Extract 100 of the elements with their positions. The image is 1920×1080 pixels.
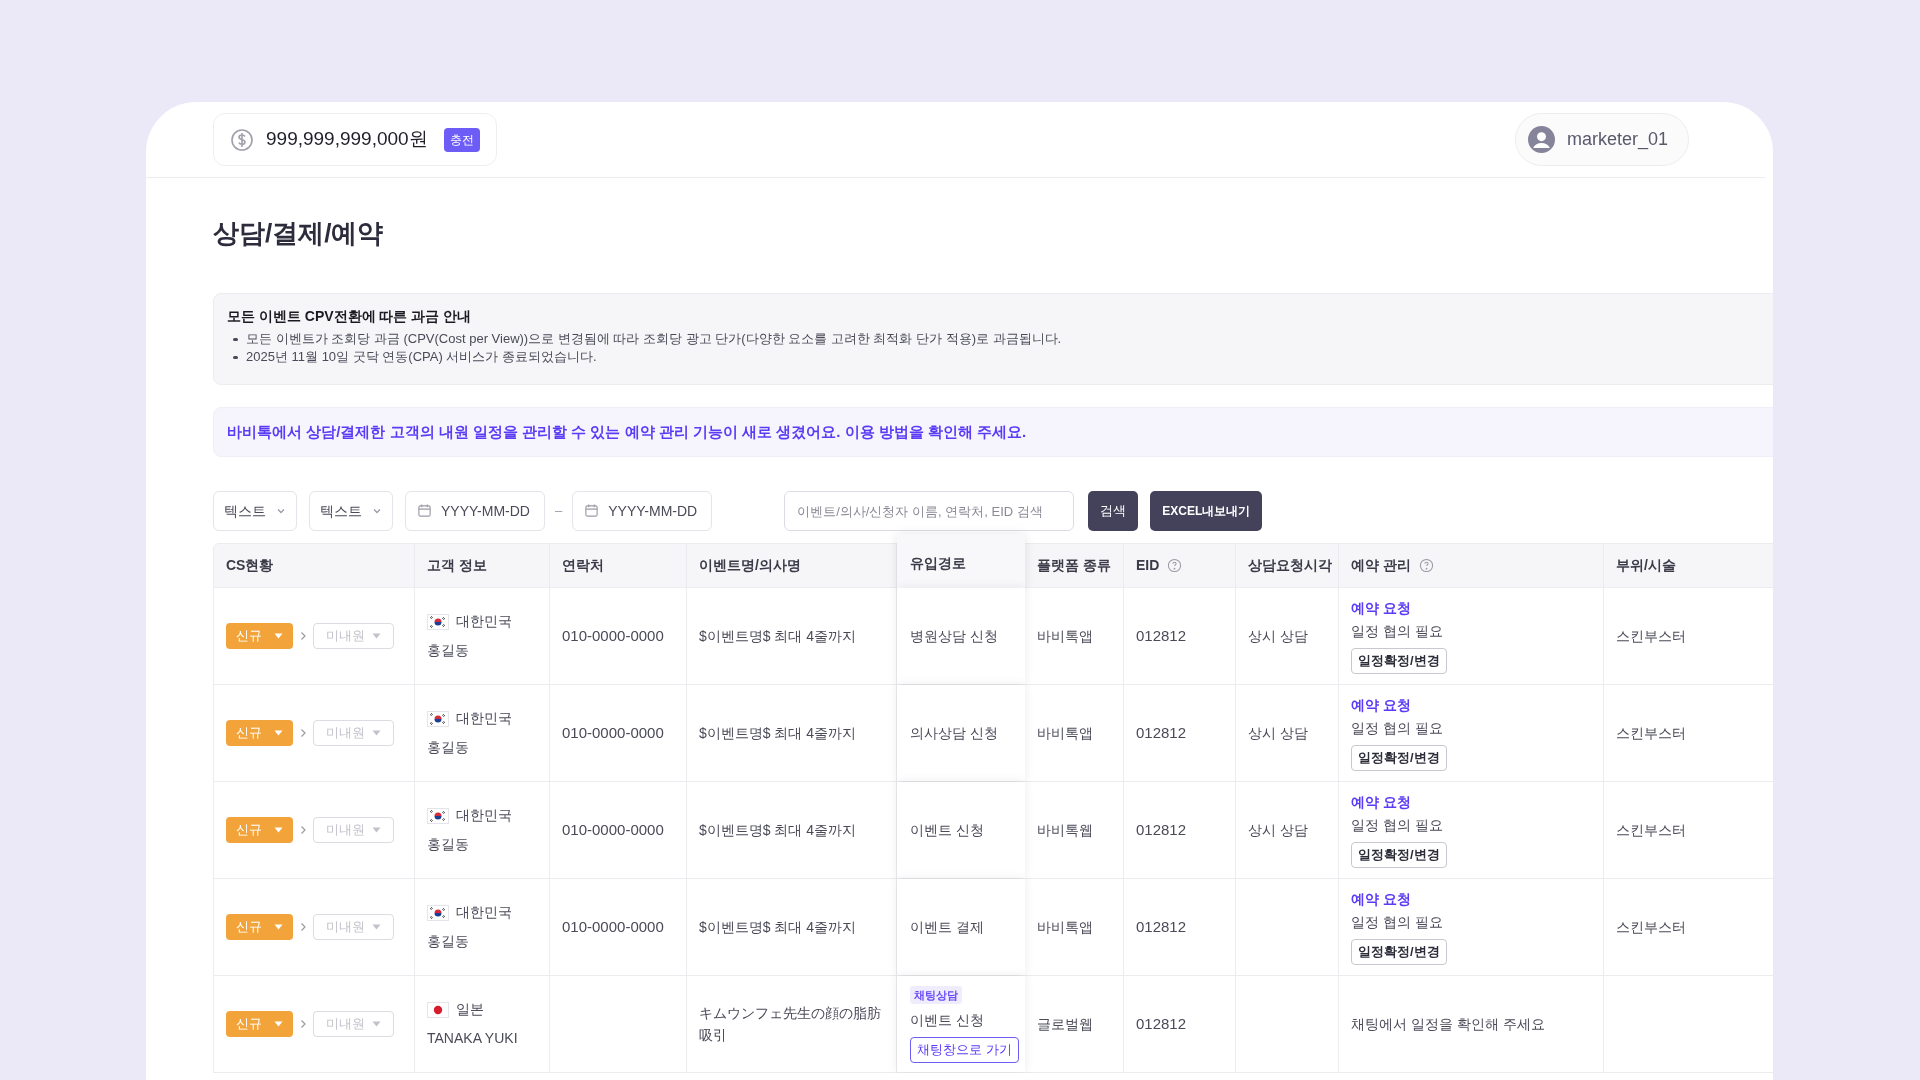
country-name: 대한민국 (456, 709, 512, 728)
treatment-area: 스킨부스터 (1616, 819, 1686, 841)
japan-flag-icon (427, 1001, 449, 1018)
chevron-right-icon (299, 922, 307, 932)
help-icon[interactable] (1167, 558, 1183, 573)
country-name: 대한민국 (456, 903, 512, 922)
source-text: 의사상담 신청 (910, 723, 998, 743)
phone-number: 010-0000-0000 (562, 916, 664, 937)
chevron-right-icon (299, 1019, 307, 1029)
reservation-status: 예약 요청 (1351, 890, 1411, 910)
search-button[interactable]: 검색 (1088, 491, 1139, 531)
chevron-right-icon (299, 728, 307, 738)
platform-text: 글로벌웹 (1037, 1014, 1093, 1034)
phone-number: 010-0000-0000 (562, 625, 664, 646)
announcement-text[interactable]: 바비톡에서 상담/결제한 고객의 내원 일정을 관리할 수 있는 예약 관리 기능이 새로 생겼어요. 이용 방법을 확인해 주세요. (227, 420, 1027, 444)
customer-name: TANAKA YUKI (427, 1029, 519, 1048)
eid-text: 012812 (1136, 722, 1187, 743)
column-header: 상담요청시각 (1236, 544, 1339, 587)
reservation-note: 일정 협의 필요 (1351, 816, 1443, 836)
caret-down-icon (274, 827, 283, 833)
username: marketer_01 (1566, 128, 1668, 152)
request-time: 상시 상담 (1248, 723, 1308, 743)
caret-down-icon (372, 730, 381, 736)
event-name: $이벤트명$ 최대 4줄까지 (699, 724, 857, 743)
eid-text: 012812 (1136, 819, 1187, 840)
column-header: 유입경로 (897, 534, 1025, 589)
schedule-button[interactable]: 일정확정/변경 (1351, 939, 1447, 965)
treatment-area: 스킨부스터 (1616, 722, 1686, 744)
calendar-icon (584, 503, 600, 518)
customer-name: 홍길동 (427, 738, 470, 757)
customer-name: 홍길동 (427, 641, 470, 660)
charge-button[interactable]: 충전 (443, 127, 480, 152)
balance-amount: 999,999,999,000원 (266, 127, 428, 152)
schedule-button[interactable]: 일정확정/변경 (1351, 842, 1447, 868)
chevron-right-icon (299, 825, 307, 835)
search-field[interactable]: 이벤트/의사/신청자 이름, 연락처, EID 검색 (784, 491, 1075, 531)
chevron-right-icon (299, 631, 307, 641)
country-name: 일본 (456, 1000, 484, 1019)
schedule-button[interactable]: 일정확정/변경 (1351, 648, 1447, 674)
caret-down-icon (274, 730, 283, 736)
chevron-down-icon (372, 506, 382, 516)
schedule-button[interactable]: 일정확정/변경 (1351, 745, 1447, 771)
treatment-area: 스킨부스터 (1616, 916, 1686, 938)
caret-down-icon (372, 1021, 381, 1027)
event-name: $이벤트명$ 최대 4줄까지 (699, 627, 857, 646)
user-pill[interactable]: marketer_01 (1514, 113, 1689, 166)
source-tag: 채팅상담 (910, 985, 962, 1004)
korea-flag-icon (427, 904, 449, 921)
event-name: $이벤트명$ 최대 4줄까지 (699, 918, 857, 937)
column-header: 플랫폼 종류 (1025, 544, 1124, 587)
column-header: 연락처 (550, 544, 687, 587)
country-name: 대한민국 (456, 806, 512, 825)
reservation-note: 일정 협의 필요 (1351, 622, 1443, 642)
eid-text: 012812 (1136, 916, 1187, 937)
date-field[interactable]: YYYY-MM-DD (572, 491, 713, 531)
platform-text: 바비톡앱 (1037, 626, 1093, 646)
customer-name: 홍길동 (427, 932, 470, 951)
phone-number: 010-0000-0000 (562, 819, 664, 840)
notice-title: 모든 이벤트 CPV전환에 따른 과금 안내 (227, 307, 473, 326)
source-text: 병원상담 신청 (910, 626, 998, 646)
coin-icon (230, 127, 254, 152)
date-separator: – (555, 502, 563, 521)
request-time: 상시 상담 (1248, 820, 1308, 840)
caret-down-icon (274, 633, 283, 639)
bullet-icon (233, 356, 238, 359)
column-header: 예약 관리 (1339, 544, 1604, 587)
platform-text: 바비톡앱 (1037, 723, 1093, 743)
help-icon[interactable] (1418, 558, 1434, 573)
column-header: 고객 정보 (415, 544, 550, 587)
platform-text: 바비톡웹 (1037, 820, 1093, 840)
page-title: 상담/결제/예약 (213, 217, 385, 250)
export-button[interactable]: EXCEL내보내기 (1150, 491, 1263, 531)
column-header: 부위/시술 (1604, 544, 1773, 587)
platform-text: 바비톡앱 (1037, 917, 1093, 937)
source-text: 이벤트 신청 (910, 1011, 984, 1030)
calendar-icon (417, 503, 432, 518)
caret-down-icon (372, 633, 381, 639)
column-header: EID (1124, 544, 1236, 587)
source-text: 이벤트 결제 (910, 917, 984, 937)
caret-down-icon (372, 827, 381, 833)
chevron-down-icon (276, 506, 286, 516)
source-text: 이벤트 신청 (910, 820, 984, 840)
user-avatar-icon (1527, 126, 1555, 153)
korea-flag-icon (427, 710, 449, 727)
date-field[interactable]: YYYY-MM-DD (405, 491, 545, 531)
treatment-area: 스킨부스터 (1616, 625, 1686, 647)
caret-down-icon (274, 924, 283, 930)
filter-select[interactable]: 텍스트 (309, 491, 393, 531)
event-name: $이벤트명$ 최대 4줄까지 (699, 821, 857, 840)
chat-link-button[interactable]: 채팅창으로 가기 (910, 1037, 1019, 1063)
column-header: CS현황 (214, 544, 415, 587)
reservation-note: 일정 협의 필요 (1351, 913, 1443, 933)
eid-text: 012812 (1136, 625, 1187, 646)
notice-item: 모든 이벤트가 조회당 과금 (CPV(Cost per View))으로 변경됨에 따라 조회당 광고 단가(다양한 요소를 고려한 최적화 단가 적용)로 과금됩니다. (246, 330, 1062, 348)
filter-select[interactable]: 텍스트 (213, 491, 297, 531)
country-name: 대한민국 (456, 612, 512, 631)
reservation-note: 일정 협의 필요 (1351, 719, 1443, 739)
reservation-status: 예약 요청 (1351, 599, 1411, 619)
request-time: 상시 상담 (1248, 626, 1308, 646)
korea-flag-icon (427, 613, 449, 630)
